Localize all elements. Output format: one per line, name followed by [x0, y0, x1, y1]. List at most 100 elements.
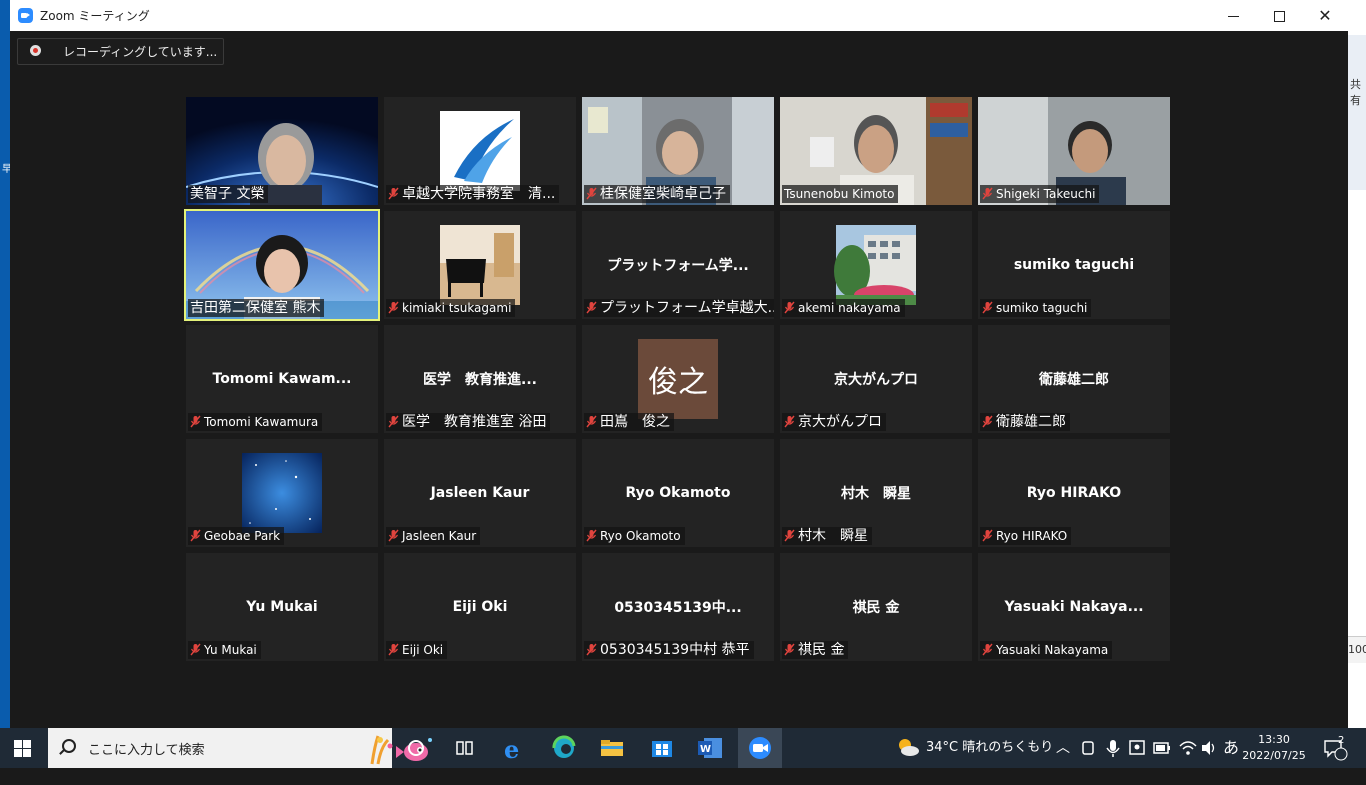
participant-tile-p10[interactable]: sumiko taguchi sumiko taguchi [978, 211, 1170, 319]
ime-indicator[interactable]: あ [1223, 728, 1239, 768]
participant-tile-p8[interactable]: プラットフォーム学... プラットフォーム学卓越大... [582, 211, 774, 319]
zoom-meeting-window: Zoom ミーティング ✕ レコーディングしています... 美智子 文榮 卓越大学… [10, 0, 1348, 728]
muted-microphone-icon [190, 414, 204, 431]
participant-tile-p1[interactable]: 美智子 文榮 [186, 97, 378, 205]
participant-initial-avatar: 俊之 [638, 339, 718, 419]
participant-name-text: Geobae Park [204, 529, 281, 543]
participant-name-label: 桂保健室柴崎卓己子 [584, 185, 730, 203]
word-icon[interactable]: W [694, 734, 726, 762]
zoom-taskbar-button[interactable] [738, 728, 782, 768]
file-explorer-icon[interactable] [596, 734, 628, 762]
participant-tile-p7[interactable]: kimiaki tsukagami [384, 211, 576, 319]
participant-name-label: Yasuaki Nakayama [980, 641, 1113, 659]
background-window-panel [1348, 35, 1366, 190]
participant-name-label: 吉田第二保健室 熊木 [188, 299, 325, 317]
desktop-right-edge: 共有 100 [1348, 0, 1366, 728]
participant-tile-p22[interactable]: Eiji Oki Eiji Oki [384, 553, 576, 661]
participant-name-text: 田嶌 俊之 [600, 414, 670, 430]
participant-name-label: 祺民 金 [782, 641, 849, 659]
participant-name-text: Shigeki Takeuchi [996, 187, 1096, 201]
participant-tile-p17[interactable]: Jasleen Kaur Jasleen Kaur [384, 439, 576, 547]
participant-name-text: 医学 教育推進室 浴田 [402, 414, 547, 430]
participant-tile-p9[interactable]: akemi nakayama [780, 211, 972, 319]
zoom-app-icon [18, 8, 33, 23]
participant-tile-p19[interactable]: 村木 瞬星 村木 瞬星 [780, 439, 972, 547]
close-button[interactable]: ✕ [1302, 0, 1348, 31]
participant-name-text: 吉田第二保健室 熊木 [190, 300, 321, 316]
recording-indicator[interactable]: レコーディングしています... [17, 38, 224, 65]
participant-tile-p6[interactable]: 吉田第二保健室 熊木 [184, 209, 380, 321]
participant-tile-p14[interactable]: 京大がんプロ 京大がんプロ [780, 325, 972, 433]
participant-name-text: 京大がんプロ [798, 414, 882, 430]
muted-microphone-icon [586, 186, 600, 203]
participant-tile-p24[interactable]: 祺民 金祺民 金 [780, 553, 972, 661]
participant-name-text: Yu Mukai [204, 643, 257, 657]
participant-name-label: sumiko taguchi [980, 299, 1092, 317]
task-view-icon[interactable] [448, 734, 480, 762]
participant-tile-p20[interactable]: Ryo HIRAKO Ryo HIRAKO [978, 439, 1170, 547]
window-title: Zoom ミーティング [40, 9, 150, 23]
weather-icon [899, 739, 919, 756]
zoom-taskbar-icon [749, 737, 771, 759]
participant-name-text: akemi nakayama [798, 301, 901, 315]
participant-name-label: 村木 瞬星 [782, 527, 872, 545]
recording-label: レコーディングしています... [63, 45, 218, 59]
participant-name-text: Eiji Oki [402, 643, 444, 657]
participant-tile-p5[interactable]: Shigeki Takeuchi [978, 97, 1170, 205]
screen-capture-icon[interactable] [1128, 728, 1146, 768]
participant-name-label: Ryo Okamoto [584, 527, 685, 545]
edge-browser-icon[interactable] [548, 734, 580, 762]
participant-tile-p18[interactable]: Ryo Okamoto Ryo Okamoto [582, 439, 774, 547]
background-window-zoom: 100 [1348, 643, 1366, 656]
store-icon[interactable] [646, 734, 678, 762]
participant-name-label: 田嶌 俊之 [584, 413, 674, 431]
microphone-icon[interactable] [1104, 728, 1122, 768]
muted-microphone-icon [586, 414, 600, 431]
taskbar-search-box[interactable]: ここに入力して検索 [48, 728, 432, 768]
participant-name-label: Jasleen Kaur [386, 527, 481, 545]
participant-tile-p13[interactable]: 俊之 田嶌 俊之 [582, 325, 774, 433]
participant-tile-p16[interactable]: Geobae Park [186, 439, 378, 547]
participant-name-label: Ryo HIRAKO [980, 527, 1072, 545]
participant-name-text: Ryo Okamoto [600, 529, 681, 543]
show-hidden-icons-button[interactable]: ︿ [1056, 728, 1070, 768]
internet-explorer-icon[interactable]: e [498, 734, 530, 764]
participant-name-label: 医学 教育推進室 浴田 [386, 413, 551, 431]
participant-name-text: プラットフォーム学卓越大... [600, 300, 774, 316]
participant-tile-p4[interactable]: Tsunenobu Kimoto [780, 97, 972, 205]
participant-tile-p23[interactable]: 0530345139中... 0530345139中村 恭平 [582, 553, 774, 661]
participant-name-label: Tsunenobu Kimoto [782, 185, 899, 203]
wifi-icon[interactable] [1178, 728, 1198, 768]
muted-microphone-icon [586, 642, 600, 659]
tray-icon-meet-now[interactable] [1080, 728, 1098, 768]
participant-name-label: Tomomi Kawamura [188, 413, 323, 431]
notification-count: 2 [1338, 735, 1345, 746]
participant-tile-p12[interactable]: 医学 教育推進... 医学 教育推進室 浴田 [384, 325, 576, 433]
participant-name-text: kimiaki tsukagami [402, 301, 512, 315]
start-button[interactable] [14, 740, 31, 757]
participant-name-text: 祺民 金 [798, 642, 845, 658]
close-icon: ✕ [1318, 6, 1332, 25]
notification-center-button[interactable]: 2 [1322, 728, 1348, 768]
participant-tile-p21[interactable]: Yu Mukai Yu Mukai [186, 553, 378, 661]
muted-microphone-icon [586, 528, 600, 545]
maximize-button[interactable] [1256, 0, 1302, 31]
battery-icon[interactable] [1152, 728, 1172, 768]
participant-tile-p15[interactable]: 衛藤雄二郎 衛藤雄二郎 [978, 325, 1170, 433]
participant-name-text: 桂保健室柴崎卓己子 [600, 186, 726, 202]
minimize-button[interactable] [1210, 0, 1256, 31]
participant-name-label: 美智子 文榮 [188, 185, 269, 203]
participant-tile-p11[interactable]: Tomomi Kawam... Tomomi Kawamura [186, 325, 378, 433]
participant-tile-p3[interactable]: 桂保健室柴崎卓己子 [582, 97, 774, 205]
title-bar[interactable]: Zoom ミーティング ✕ [10, 0, 1348, 31]
participant-tile-p25[interactable]: Yasuaki Nakaya... Yasuaki Nakayama [978, 553, 1170, 661]
muted-microphone-icon [388, 642, 402, 659]
clock-time: 13:30 [1258, 733, 1290, 746]
participant-name-label: Geobae Park [188, 527, 285, 545]
participant-name-label: プラットフォーム学卓越大... [584, 299, 774, 317]
participant-tile-p2[interactable]: 卓越大学院事務室 清... [384, 97, 576, 205]
weather-text: 34°C 晴れのちくもり [926, 740, 1054, 755]
task-view-cortana-icon[interactable] [400, 734, 432, 762]
taskbar-clock[interactable]: 13:30 2022/07/25 [1240, 732, 1308, 764]
volume-icon[interactable] [1200, 728, 1218, 768]
